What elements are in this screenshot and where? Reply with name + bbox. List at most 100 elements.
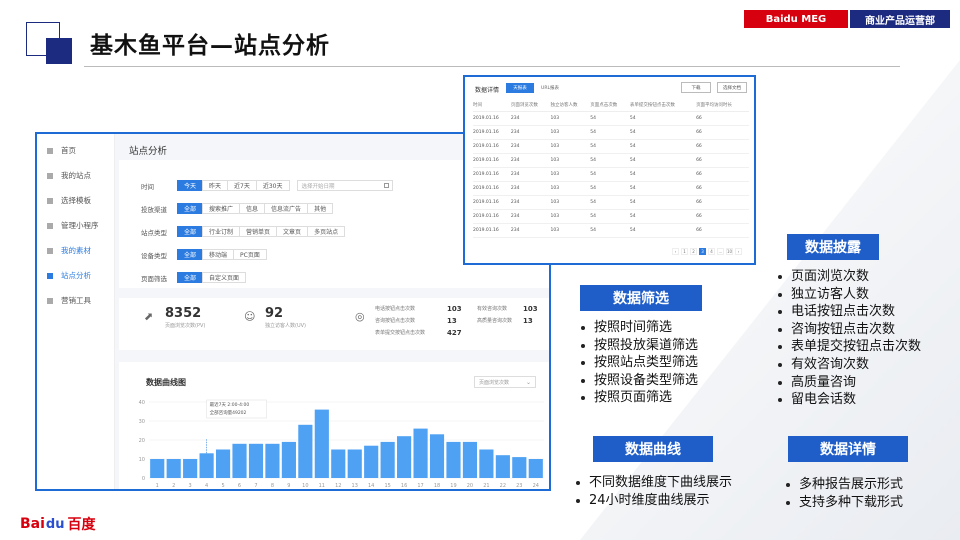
detail-list: 多种报告展示形式 支持多种下载形式 bbox=[783, 476, 903, 511]
chart-metric-select[interactable]: 页面浏览次数 ⌄ bbox=[474, 376, 536, 388]
stat-quality-consult: 高质量咨询次数 13 bbox=[477, 317, 533, 325]
chart-bar bbox=[397, 436, 412, 478]
filter-option[interactable]: PC页面 bbox=[233, 249, 267, 260]
table-cell: 66 bbox=[696, 167, 749, 182]
table-cell: 103 bbox=[550, 209, 591, 225]
page-button[interactable]: 1 bbox=[681, 248, 688, 255]
mini-program-icon bbox=[47, 222, 53, 229]
x-tick-label: 21 bbox=[483, 483, 489, 489]
page-button[interactable]: … bbox=[717, 248, 724, 255]
filter-option[interactable]: 文章页 bbox=[276, 226, 309, 237]
filter-option[interactable]: 近30天 bbox=[255, 180, 290, 191]
target-icon: ◎ bbox=[355, 310, 365, 323]
chart-bar bbox=[528, 459, 543, 478]
page-title: 站点分析 bbox=[129, 146, 168, 157]
table-header: 时间 bbox=[473, 99, 511, 112]
disclosure-item: 高质量咨询 bbox=[775, 374, 921, 392]
home-icon bbox=[47, 147, 53, 154]
table-cell: 103 bbox=[550, 153, 591, 168]
site-icon bbox=[47, 172, 53, 179]
download-button[interactable]: 下载 bbox=[681, 82, 711, 93]
table-cell: 54 bbox=[590, 195, 630, 211]
x-tick-label: 2 bbox=[172, 483, 175, 489]
table-row: 2019.01.16 234 103 54 54 66 bbox=[473, 111, 749, 126]
chart-bar bbox=[166, 459, 181, 478]
filter-option[interactable]: 全部 bbox=[177, 272, 204, 283]
table-cell: 54 bbox=[590, 111, 630, 126]
baidu-logo: Bai du 百度 bbox=[20, 516, 96, 533]
x-tick-label: 24 bbox=[533, 483, 539, 489]
table-cell: 2019.01.16 bbox=[473, 111, 511, 126]
x-tick-label: 3 bbox=[189, 483, 192, 489]
chart-bar bbox=[462, 441, 478, 478]
sidebar-item-marketing-tools[interactable]: 营销工具 bbox=[37, 288, 114, 313]
sidebar-item-my-sites[interactable]: 我的站点 bbox=[37, 163, 114, 188]
chart-bar bbox=[380, 441, 395, 478]
page-button[interactable]: 3 bbox=[699, 248, 706, 255]
x-tick-label: 20 bbox=[467, 483, 473, 489]
filter-option[interactable]: 全部 bbox=[177, 249, 204, 260]
select-doc-button[interactable]: 选择文档 bbox=[717, 82, 747, 93]
chart-bar bbox=[347, 449, 362, 478]
sidebar-item-mini-program[interactable]: 管理小程序 bbox=[37, 213, 114, 238]
data-detail-screenshot: 数据详情 天报表 URL报表 下载 选择文档 时间 页面浏览次数 独立访客人数 页面点… bbox=[463, 75, 756, 265]
tab-daily-report[interactable]: 天报表 bbox=[506, 83, 534, 93]
x-tick-label: 14 bbox=[368, 483, 374, 489]
sidebar-item-home[interactable]: 首页 bbox=[37, 138, 114, 163]
table-cell: 2019.01.16 bbox=[473, 195, 511, 211]
chart-title: 数据曲线图 bbox=[146, 378, 186, 387]
page-button[interactable]: › bbox=[735, 248, 742, 255]
table-cell: 66 bbox=[696, 223, 749, 239]
filter-option[interactable]: 移动端 bbox=[202, 249, 235, 260]
chart-bar bbox=[215, 449, 231, 478]
disclosure-item: 有效咨询次数 bbox=[775, 356, 921, 374]
filter-option[interactable]: 近7天 bbox=[227, 180, 257, 191]
tab-url-report[interactable]: URL报表 bbox=[536, 83, 564, 93]
stat-pv: 8352 页面浏览次数(PV) bbox=[165, 306, 206, 329]
table-cell: 54 bbox=[590, 139, 630, 154]
sidebar-item-templates[interactable]: 选择模板 bbox=[37, 188, 114, 213]
x-tick-label: 10 bbox=[302, 483, 308, 489]
material-icon bbox=[47, 247, 53, 254]
tooltip-line2: 全部咨询量49202 bbox=[210, 409, 247, 416]
filter-option[interactable]: 昨天 bbox=[202, 180, 229, 191]
page-button[interactable]: 2 bbox=[690, 248, 697, 255]
table-row: 2019.01.16 234 103 54 54 66 bbox=[473, 139, 749, 154]
filter-option[interactable]: 多页站点 bbox=[307, 226, 346, 237]
table-cell: 54 bbox=[629, 153, 697, 168]
table-row: 2019.01.16 234 103 54 54 66 bbox=[473, 167, 749, 182]
x-tick-label: 9 bbox=[287, 483, 290, 489]
disclosure-item: 页面浏览次数 bbox=[775, 268, 921, 286]
table-row: 2019.01.16 234 103 54 54 66 bbox=[473, 223, 749, 239]
table-cell: 234 bbox=[510, 125, 551, 140]
filter-option[interactable]: 搜索推广 bbox=[202, 203, 241, 214]
filter-option[interactable]: 今天 bbox=[177, 180, 204, 191]
table-cell: 54 bbox=[629, 195, 697, 211]
table-cell: 234 bbox=[510, 167, 551, 182]
y-tick-label: 30 bbox=[139, 419, 145, 425]
detail-item: 支持多种下载形式 bbox=[783, 494, 903, 512]
visitor-icon: ☺ bbox=[244, 310, 256, 323]
filter-option[interactable]: 全部 bbox=[177, 203, 204, 214]
slide-title: 基木鱼平台—站点分析 bbox=[90, 33, 330, 59]
disclosure-item: 独立访客人数 bbox=[775, 286, 921, 304]
filter-option[interactable]: 信息 bbox=[239, 203, 266, 214]
filter-item: 按照设备类型筛选 bbox=[578, 372, 698, 390]
sidebar-item-site-analysis[interactable]: 站点分析 bbox=[37, 263, 114, 288]
page-button[interactable]: 4 bbox=[708, 248, 715, 255]
dept-tag: 商业产品运营部 bbox=[850, 10, 950, 28]
title-decoration-fill bbox=[46, 38, 72, 64]
x-tick-label: 7 bbox=[254, 483, 257, 489]
sidebar-item-materials[interactable]: 我的素材 bbox=[37, 238, 114, 263]
filter-option[interactable]: 全部 bbox=[177, 226, 204, 237]
filter-option[interactable]: 营销单页 bbox=[239, 226, 278, 237]
page-button[interactable]: 10 bbox=[726, 248, 733, 255]
stat-uv: 92 独立访客人数(UV) bbox=[265, 306, 306, 329]
filter-option[interactable]: 自定义页面 bbox=[202, 272, 247, 283]
filter-option[interactable]: 其他 bbox=[307, 203, 334, 214]
filter-option[interactable]: 行业订制 bbox=[202, 226, 241, 237]
page-button[interactable]: ‹ bbox=[672, 248, 679, 255]
date-picker-input[interactable]: 选择开始日期 bbox=[296, 180, 393, 191]
table-cell: 2019.01.16 bbox=[473, 223, 511, 239]
filter-option[interactable]: 信息流广告 bbox=[264, 203, 309, 214]
